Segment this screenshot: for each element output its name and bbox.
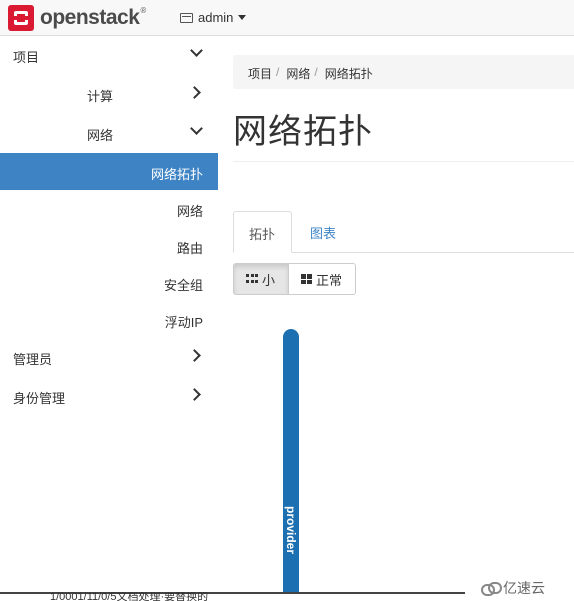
project-name: admin bbox=[198, 10, 234, 25]
tab-graph[interactable]: 图表 bbox=[295, 211, 351, 253]
top-navbar: openstack® admin bbox=[0, 0, 574, 36]
breadcrumb-item[interactable]: 网络 bbox=[286, 65, 310, 81]
normal-view-button[interactable]: 正常 bbox=[289, 263, 356, 295]
sidebar-item-project[interactable]: 项目 bbox=[0, 36, 218, 73]
sidebar-item-label: 身份管理 bbox=[13, 391, 66, 406]
sidebar-item-networks[interactable]: 网络 bbox=[0, 190, 218, 227]
network-name: provider bbox=[284, 505, 298, 555]
sidebar-item-label: 网络 bbox=[87, 128, 114, 143]
button-label: 正常 bbox=[316, 272, 343, 288]
sidebar-item-routers[interactable]: 路由 bbox=[0, 227, 218, 264]
sidebar-item-label: 管理员 bbox=[13, 352, 53, 367]
sidebar: 项目 计算 网络 网络拓扑 网络 路由 安全组 浮动IP 管理员 身份管理 bbox=[0, 36, 218, 601]
sidebar-item-floating-ips[interactable]: 浮动IP bbox=[0, 301, 218, 338]
watermark-text: 亿速云 bbox=[503, 580, 545, 596]
cloud-logo-icon bbox=[480, 581, 502, 596]
logo-text: openstack® bbox=[40, 6, 146, 29]
grid-small-icon bbox=[246, 274, 258, 284]
page-title: 网络拓扑 bbox=[233, 113, 373, 151]
breadcrumb-item[interactable]: 项目 bbox=[248, 65, 272, 81]
divider bbox=[233, 161, 574, 162]
tab-bar: 拓扑 图表 bbox=[233, 211, 574, 253]
project-switcher[interactable]: admin bbox=[180, 10, 247, 25]
sidebar-item-security-groups[interactable]: 安全组 bbox=[0, 264, 218, 301]
openstack-logo-icon bbox=[8, 5, 34, 31]
project-icon bbox=[180, 12, 193, 23]
overlay-text: 1/0001/11/0/5文档处理·要替换的 bbox=[50, 592, 209, 601]
chevron-right-icon bbox=[188, 349, 201, 362]
sidebar-item-label: 安全组 bbox=[163, 278, 203, 293]
network-bar-provider[interactable] bbox=[283, 329, 299, 601]
grid-large-icon bbox=[301, 274, 312, 284]
tab-topology[interactable]: 拓扑 bbox=[233, 211, 292, 253]
sidebar-item-identity[interactable]: 身份管理 bbox=[0, 377, 218, 414]
chevron-right-icon bbox=[188, 388, 201, 401]
breadcrumb-separator: / bbox=[314, 65, 318, 79]
chevron-right-icon bbox=[188, 86, 201, 99]
button-label: 小 bbox=[262, 272, 276, 288]
sidebar-item-admin[interactable]: 管理员 bbox=[0, 338, 218, 375]
sidebar-item-label: 浮动IP bbox=[164, 315, 203, 330]
sidebar-item-label: 计算 bbox=[87, 89, 114, 104]
chevron-down-icon bbox=[190, 44, 203, 57]
breadcrumb-current: 网络拓扑 bbox=[324, 67, 373, 81]
network-label: provider bbox=[283, 500, 299, 560]
breadcrumb-separator: / bbox=[276, 65, 280, 79]
sidebar-item-network[interactable]: 网络 bbox=[0, 114, 218, 151]
caret-down-icon bbox=[238, 15, 247, 20]
watermark: 亿速云 bbox=[480, 578, 545, 598]
sidebar-item-network-topology[interactable]: 网络拓扑 bbox=[0, 153, 218, 190]
sidebar-item-label: 项目 bbox=[13, 50, 40, 65]
openstack-logo[interactable]: openstack® bbox=[8, 5, 146, 31]
sidebar-item-label: 网络 bbox=[176, 204, 203, 219]
view-size-toggle: 小 正常 bbox=[233, 263, 356, 295]
sidebar-item-label: 网络拓扑 bbox=[150, 167, 203, 182]
sidebar-item-compute[interactable]: 计算 bbox=[0, 75, 218, 112]
chevron-down-icon bbox=[190, 122, 203, 135]
breadcrumb: 项目 / 网络 / 网络拓扑 bbox=[233, 55, 574, 89]
small-view-button[interactable]: 小 bbox=[233, 263, 289, 295]
sidebar-item-label: 路由 bbox=[176, 241, 203, 256]
